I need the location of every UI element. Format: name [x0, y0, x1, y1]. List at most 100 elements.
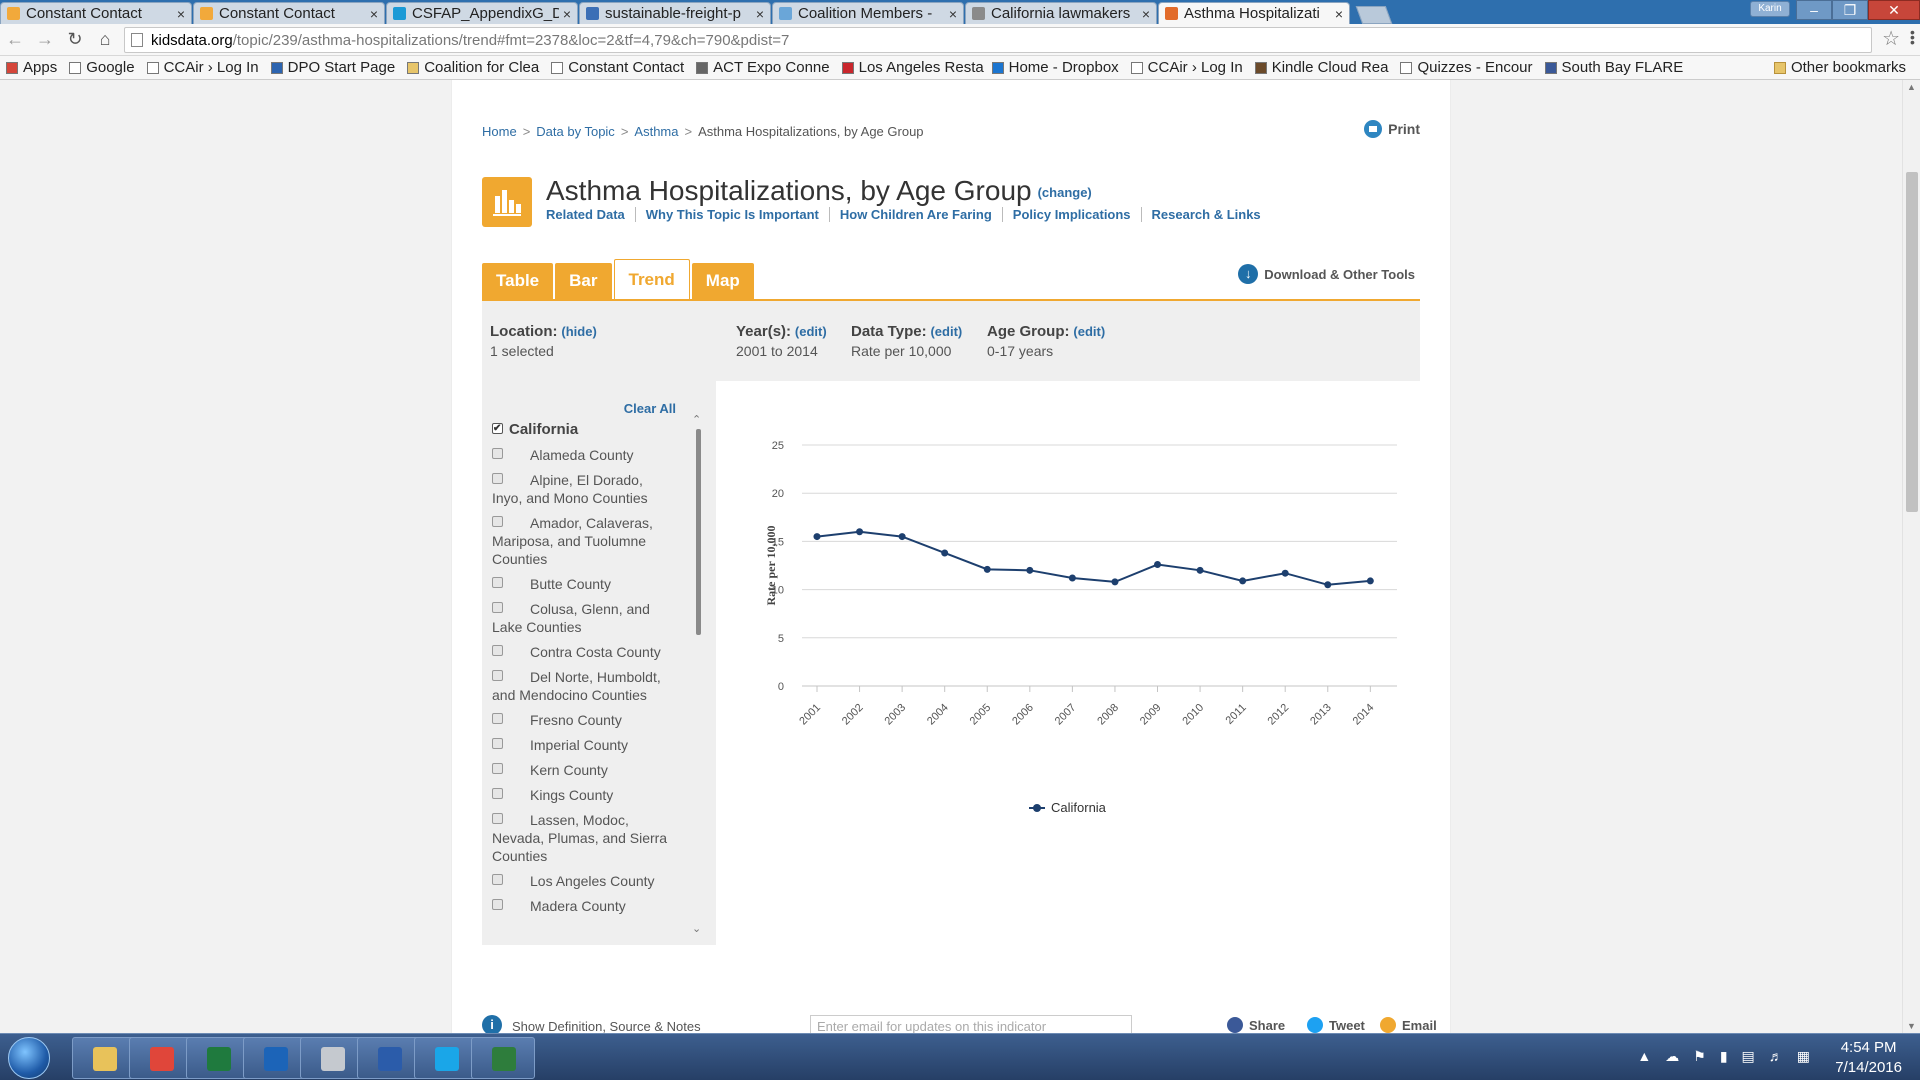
location-checkbox[interactable] [492, 577, 503, 588]
scroll-up-arrow-icon[interactable]: ▲ [1907, 82, 1916, 92]
location-item[interactable]: Del Norte, Humboldt, and Mendocino Count… [492, 668, 677, 704]
bookmark-item[interactable]: Quizzes - Encour [1394, 59, 1538, 76]
location-item[interactable]: Butte County [492, 575, 677, 593]
email-updates-input[interactable]: Enter email for updates on this indicato… [810, 1015, 1132, 1033]
tweet-button[interactable]: Tweet [1307, 1017, 1365, 1033]
bookmark-item[interactable]: Coalition for Clea [401, 59, 545, 76]
forward-arrow-icon[interactable]: → [30, 29, 60, 50]
taskbar-app-excel[interactable] [186, 1037, 250, 1079]
taskbar-app-outlook[interactable] [243, 1037, 307, 1079]
bookmark-item[interactable]: Apps [0, 59, 63, 76]
link-how-children-faring[interactable]: How Children Are Faring [828, 207, 1002, 222]
location-checkbox[interactable] [492, 670, 503, 681]
start-button[interactable] [8, 1037, 50, 1079]
clear-all-button[interactable]: Clear All [624, 401, 676, 416]
browser-tab[interactable]: sustainable-freight-p × [579, 2, 771, 24]
bookmark-item[interactable]: DPO Start Page [265, 59, 402, 76]
bookmark-item[interactable]: CCAir › Log In [141, 59, 265, 76]
taskbar-app-explorer[interactable] [72, 1037, 136, 1079]
location-item[interactable]: Contra Costa County [492, 643, 677, 661]
tab-table[interactable]: Table [482, 263, 554, 299]
new-tab-button[interactable] [1355, 6, 1393, 24]
change-topic-link[interactable]: (change) [1038, 185, 1092, 200]
close-window-icon[interactable]: ✕ [1868, 0, 1920, 20]
browser-tab[interactable]: Constant Contact × [193, 2, 385, 24]
show-definition-toggle[interactable]: Show Definition, Source & Notes [512, 1019, 701, 1033]
cloud-icon[interactable]: ☁ [1665, 1048, 1679, 1065]
link-policy-implications[interactable]: Policy Implications [1001, 207, 1141, 222]
breadcrumb-asthma[interactable]: Asthma [634, 124, 678, 139]
location-checkbox[interactable] [492, 420, 503, 438]
location-item[interactable]: Amador, Calaveras, Mariposa, and Tuolumn… [492, 514, 677, 568]
scroll-down-arrow-icon[interactable]: ▼ [1907, 1021, 1916, 1031]
bookmark-item[interactable]: Google [63, 59, 140, 76]
location-item[interactable]: Alameda County [492, 446, 677, 464]
taskbar-app-calculator[interactable] [300, 1037, 364, 1079]
maximize-icon[interactable]: ❐ [1832, 0, 1868, 20]
flag-icon[interactable]: ⚑ [1693, 1048, 1706, 1065]
page-scroll-thumb[interactable] [1906, 172, 1918, 512]
bookmark-item[interactable]: CCAir › Log In [1125, 59, 1249, 76]
location-item[interactable]: Los Angeles County [492, 872, 677, 890]
browser-tab[interactable]: Coalition Members - × [772, 2, 964, 24]
tab-close-icon[interactable]: × [1142, 6, 1150, 22]
location-scroll-thumb[interactable] [696, 429, 701, 635]
back-arrow-icon[interactable]: ← [0, 29, 30, 50]
taskbar-clock[interactable]: 4:54 PM 7/14/2016 [1835, 1038, 1902, 1078]
age-group-edit-link[interactable]: (edit) [1073, 324, 1105, 339]
bookmark-item[interactable]: ACT Expo Conne [690, 59, 835, 76]
scroll-down-chevron-icon[interactable]: ⌄ [692, 922, 701, 935]
breadcrumb-data-by-topic[interactable]: Data by Topic [536, 124, 615, 139]
tray-chevron-icon[interactable]: ▲ [1637, 1048, 1651, 1065]
tab-close-icon[interactable]: × [756, 6, 764, 22]
location-checkbox[interactable] [492, 763, 503, 774]
bookmark-item[interactable]: Constant Contact [545, 59, 690, 76]
minimize-icon[interactable]: – [1796, 0, 1832, 20]
bookmark-item[interactable]: Los Angeles Resta [836, 59, 986, 76]
location-hide-link[interactable]: (hide) [561, 324, 596, 339]
url-field[interactable]: kidsdata.org/topic/239/asthma-hospitaliz… [124, 27, 1872, 53]
tab-close-icon[interactable]: × [177, 6, 185, 22]
location-item[interactable]: Lassen, Modoc, Nevada, Plumas, and Sierr… [492, 811, 677, 865]
link-research-links[interactable]: Research & Links [1140, 207, 1271, 222]
location-item[interactable]: Imperial County [492, 736, 677, 754]
location-checkbox[interactable] [492, 813, 503, 824]
location-checkbox[interactable] [492, 602, 503, 613]
taskbar-app-word[interactable] [357, 1037, 421, 1079]
location-checkbox[interactable] [492, 473, 503, 484]
bookmark-item[interactable]: Kindle Cloud Rea [1249, 59, 1395, 76]
location-item[interactable]: Fresno County [492, 711, 677, 729]
download-tools-button[interactable]: ↓ Download & Other Tools [1238, 264, 1415, 284]
tab-close-icon[interactable]: × [563, 6, 571, 22]
location-checkbox[interactable] [492, 899, 503, 910]
browser-tab[interactable]: Constant Contact × [0, 2, 192, 24]
browser-tab[interactable]: CSFAP_AppendixG_D × [386, 2, 578, 24]
location-checkbox[interactable] [492, 788, 503, 799]
windows-flag-icon[interactable]: ▦ [1797, 1048, 1810, 1065]
tab-close-icon[interactable]: × [1335, 6, 1343, 22]
profile-button[interactable]: Karin [1750, 1, 1790, 17]
location-item[interactable]: Colusa, Glenn, and Lake Counties [492, 600, 677, 636]
other-bookmarks[interactable]: Other bookmarks [1768, 59, 1912, 76]
data-type-edit-link[interactable]: (edit) [930, 324, 962, 339]
info-icon[interactable]: i [482, 1015, 502, 1033]
email-button[interactable]: Email [1380, 1017, 1437, 1033]
link-related-data[interactable]: Related Data [546, 207, 635, 222]
home-icon[interactable]: ⌂ [90, 29, 120, 50]
location-checkbox[interactable] [492, 713, 503, 724]
taskbar-app-remote[interactable] [471, 1037, 535, 1079]
browser-tab[interactable]: Asthma Hospitalizati × [1158, 2, 1350, 24]
volume-icon[interactable]: ♬ [1769, 1048, 1783, 1065]
location-checkbox[interactable] [492, 874, 503, 885]
years-edit-link[interactable]: (edit) [795, 324, 827, 339]
location-item[interactable]: Kern County [492, 761, 677, 779]
link-why-topic-important[interactable]: Why This Topic Is Important [634, 207, 829, 222]
bookmark-item[interactable]: South Bay FLARE [1539, 59, 1689, 76]
location-scrollbar[interactable]: ⌃ ⌄ [692, 414, 702, 935]
battery-icon[interactable]: ▮ [1720, 1048, 1728, 1065]
tab-trend[interactable]: Trend [613, 259, 690, 299]
print-button[interactable]: Print [1364, 120, 1420, 138]
bookmark-star-icon[interactable]: ☆ [1882, 26, 1900, 51]
location-item[interactable]: Madera County [492, 897, 677, 915]
taskbar-app-chrome[interactable] [129, 1037, 193, 1079]
